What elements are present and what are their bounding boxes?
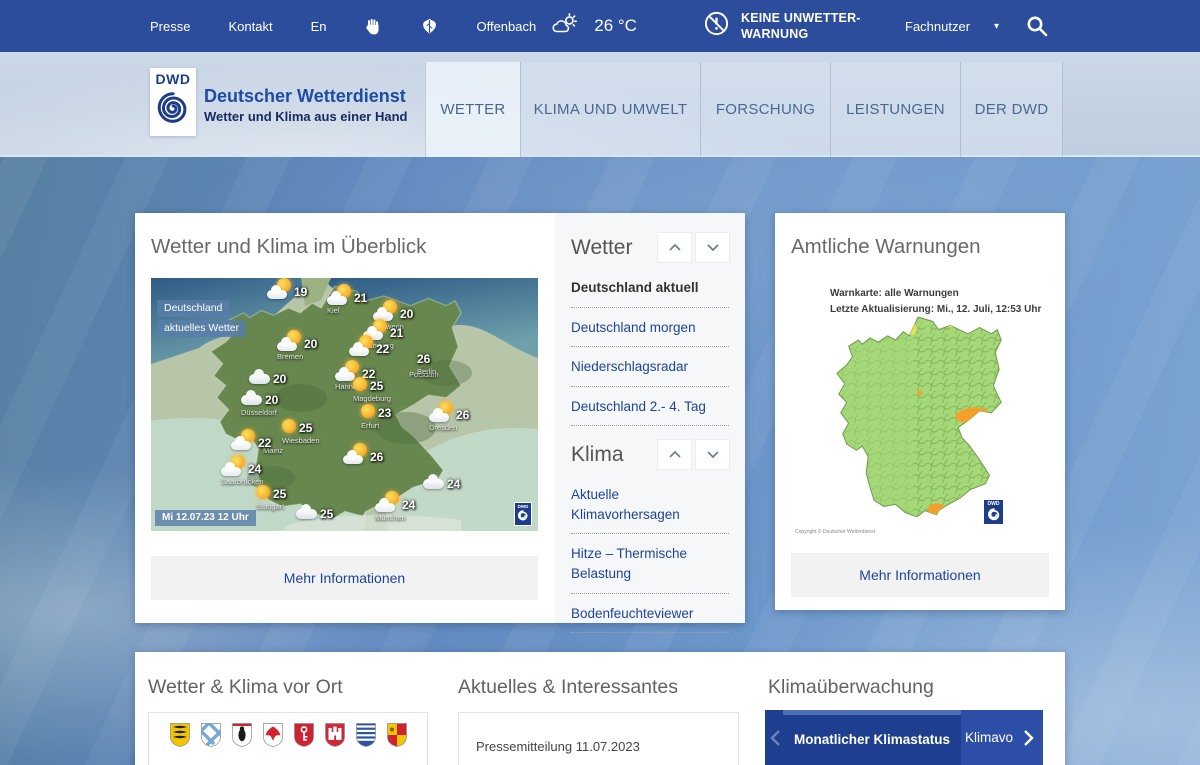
side-menu-section-header: Wetter (571, 233, 729, 262)
side-menu-item[interactable]: Niederschlagsradar (571, 347, 729, 387)
side-menu-section-header: Klima (571, 440, 729, 469)
nav-item-der-dwd[interactable]: DER DWD (960, 62, 1063, 157)
weather-marker: 24Saarbrücken (221, 461, 279, 486)
weather-marker: 22 (231, 435, 289, 450)
warning-map[interactable] (831, 313, 1009, 521)
user-role-label: Fachnutzer (905, 19, 970, 34)
sign-language-icon[interactable] (364, 17, 383, 36)
side-menu: Wetter Deutschland aktuellDeutschland mor… (555, 213, 745, 623)
climate-section-title: Klimaüberwachung (768, 676, 934, 699)
overview-card-title: Wetter und Klima im Überblick (151, 235, 426, 259)
warnings-card-title: Amtliche Warnungen (791, 235, 981, 259)
weather-marker: 23Erfurt (361, 406, 419, 430)
site-header: DWD Deutscher Wetterdienst Wetter und Kl… (0, 52, 1200, 157)
side-menu-section-title: Klima (571, 443, 624, 467)
weather-marker: 19 (267, 284, 325, 299)
warning-status-text: KEINE UNWETTER- WARNUNG (741, 10, 861, 43)
overview-more-button[interactable]: Mehr Informationen (151, 556, 538, 600)
nav-item-klima-und-umwelt[interactable]: KLIMA UND UMWELT (520, 62, 700, 157)
nav-item-forschung[interactable]: FORSCHUNG (700, 62, 830, 157)
state-arms-hamburg[interactable] (324, 722, 346, 753)
weather-marker: 22 (349, 341, 407, 356)
location-label: Offenbach (476, 19, 536, 34)
bottom-band: Wetter & Klima vor Ort Aktuelles & Inter… (135, 652, 1065, 765)
chevron-down-icon[interactable] (696, 233, 729, 262)
sun-cloud-icon (550, 12, 580, 41)
temperature-value: 26 °C (594, 16, 637, 36)
state-arms-berlin[interactable] (231, 722, 253, 753)
main-nav: WETTERKLIMA UND UMWELTFORSCHUNGLEISTUNGE… (425, 62, 1063, 157)
weather-marker: 26Dresden (429, 407, 487, 432)
side-menu-item[interactable]: Bodenfeuchteviewer (571, 594, 729, 634)
chevron-down-icon: ▾ (994, 21, 999, 32)
map-chip-deutschland: Deutschland (157, 300, 229, 317)
carousel-left-icon[interactable] (769, 710, 783, 765)
chevron-down-icon[interactable] (696, 440, 729, 469)
state-arms-brandenburg[interactable] (262, 722, 284, 753)
dwd-homepage: Presse Kontakt En Off (0, 0, 1200, 765)
warnings-more-button[interactable]: Mehr Informationen (791, 553, 1049, 597)
brand-subtitle: Wetter und Klima aus einer Hand (204, 109, 407, 124)
topbar-right-group: Fachnutzer ▾ (905, 0, 1049, 52)
map-chip-aktuelles-wetter: aktuelles Wetter (157, 320, 246, 337)
language-link[interactable]: En (311, 19, 327, 34)
presse-link[interactable]: Presse (150, 19, 190, 34)
state-arms-baden-w-rttemberg[interactable] (169, 722, 191, 753)
overview-card: Wetter und Klima im Überblick (135, 213, 745, 623)
side-menu-item[interactable]: Aktuelle Klimavorhersagen (571, 475, 729, 534)
side-menu-item[interactable]: Hitze – Thermische Belastung (571, 534, 729, 593)
dwd-logo-text: DWD (156, 71, 191, 87)
state-arms-bremen[interactable] (293, 722, 315, 753)
side-menu-item[interactable]: Deutschland 2.- 4. Tag (571, 387, 729, 427)
weather-marker: 25Wiesbaden (282, 421, 340, 445)
dwd-watermark-icon: DWD (983, 499, 1004, 525)
germany-weather-map[interactable]: Deutschland aktuelles Wetter Mi 12.07.23… (151, 278, 538, 531)
side-menu-section-title: Wetter (571, 236, 632, 260)
weather-marker: 20 (249, 372, 307, 386)
state-arms-box (148, 712, 428, 765)
easy-language-icon[interactable] (421, 17, 438, 36)
local-section-title: Wetter & Klima vor Ort (148, 676, 343, 699)
news-section-title: Aktuelles & Interessantes (458, 676, 678, 699)
brand-text[interactable]: Deutscher Wetterdienst Wetter und Klima … (204, 86, 407, 124)
state-arms-bayern[interactable] (200, 722, 222, 753)
dwd-watermark-icon: DWD (514, 502, 532, 526)
kontakt-link[interactable]: Kontakt (228, 19, 272, 34)
nav-item-wetter[interactable]: WETTER (425, 62, 520, 157)
chevron-up-icon[interactable] (658, 440, 691, 469)
weather-marker: 24 (423, 477, 481, 491)
weather-marker: 24München (375, 497, 433, 522)
side-menu-item[interactable]: Deutschland aktuell (571, 268, 729, 308)
map-timestamp: Mi 12.07.23 12 Uhr (155, 510, 256, 526)
weather-marker: 20Düsseldorf (241, 393, 299, 417)
user-role-dropdown[interactable]: Fachnutzer ▾ (905, 19, 999, 34)
warning-status[interactable]: KEINE UNWETTER- WARNUNG (703, 0, 861, 52)
topbar-left-group: Presse Kontakt En Off (150, 0, 637, 52)
state-arms-mecklenburg-vorpommern[interactable] (386, 722, 408, 753)
brand-title: Deutscher Wetterdienst (204, 86, 407, 107)
warnings-card: Amtliche Warnungen Warnkarte: alle Warnu… (775, 213, 1065, 610)
climate-tabbar: Monatlicher Klimastatus Klimavo (765, 710, 1043, 765)
press-release-item[interactable]: Pressemitteilung 11.07.2023 (476, 739, 640, 754)
news-box: Pressemitteilung 11.07.2023 (458, 712, 739, 765)
weather-marker: 25 (296, 507, 354, 521)
weather-marker: 25Magdeburg (353, 379, 411, 403)
tab-klimavorhersage[interactable]: Klimavo (965, 710, 1027, 765)
weather-marker: 20Bremen (277, 336, 335, 361)
no-warning-icon (703, 10, 730, 42)
map-copyright: Copyright © Deutscher Wetterdienst (795, 529, 885, 536)
chevron-up-icon[interactable] (658, 233, 691, 262)
weather-marker: 26Berlin (417, 352, 475, 376)
dwd-spiral-icon (154, 87, 192, 129)
tab-monatlicher-klimastatus[interactable]: Monatlicher Klimastatus (783, 710, 961, 765)
weather-marker: 26 (343, 449, 401, 464)
side-menu-item[interactable]: Deutschland morgen (571, 308, 729, 348)
nav-item-leistungen[interactable]: LEISTUNGEN (830, 62, 960, 157)
topbar: Presse Kontakt En Off (0, 0, 1200, 52)
local-weather-widget[interactable]: Offenbach 26 °C (476, 12, 636, 41)
carousel-right-icon[interactable] (1021, 710, 1035, 765)
dwd-logo[interactable]: DWD (150, 68, 196, 136)
state-arms-hessen[interactable] (355, 722, 377, 753)
search-icon[interactable] (1025, 14, 1049, 38)
